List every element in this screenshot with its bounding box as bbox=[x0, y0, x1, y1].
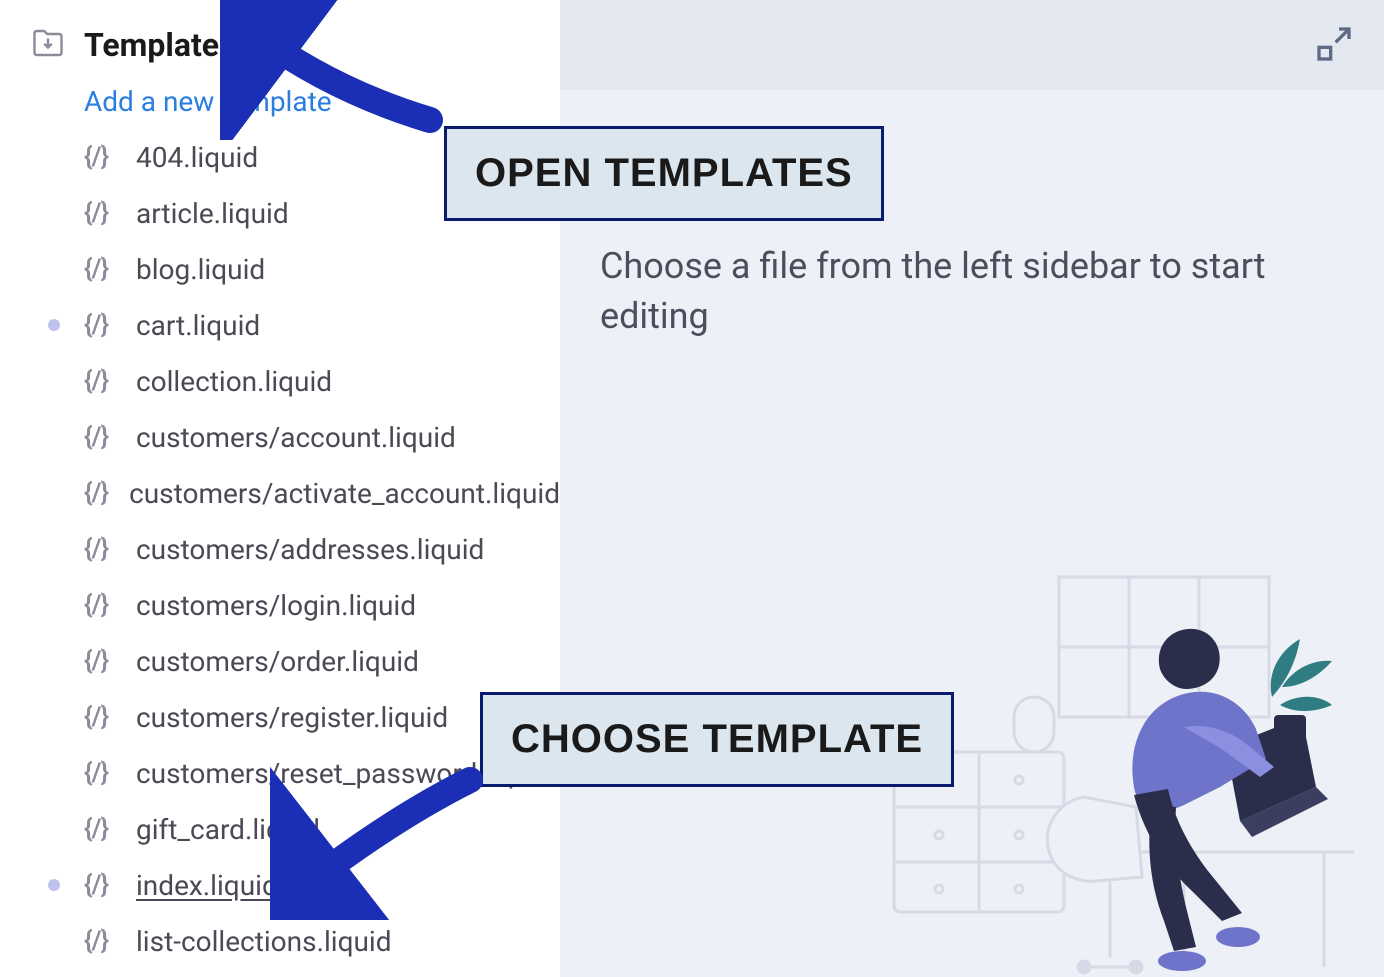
liquid-file-icon: {/} bbox=[84, 870, 126, 900]
liquid-file-icon: {/} bbox=[84, 590, 126, 620]
template-file-item[interactable]: {/} customers/account.liquid bbox=[30, 409, 560, 465]
template-file-name: customers/order.liquid bbox=[136, 645, 419, 678]
expand-editor-button[interactable] bbox=[1314, 24, 1354, 68]
template-file-name: blog.liquid bbox=[136, 253, 265, 286]
template-file-item[interactable]: {/} customers/order.liquid bbox=[30, 633, 560, 689]
template-file-name: 404.liquid bbox=[136, 141, 258, 174]
template-file-item[interactable]: {/} list-collections.liquid bbox=[30, 913, 560, 969]
template-file-name: cart.liquid bbox=[136, 309, 260, 342]
empty-state-subtitle: Choose a file from the left sidebar to s… bbox=[600, 241, 1320, 342]
template-file-item[interactable]: {/} customers/addresses.liquid bbox=[30, 521, 560, 577]
folder-download-icon bbox=[30, 25, 66, 65]
template-file-item[interactable]: {/} cart.liquid bbox=[30, 297, 560, 353]
annotation-arrow-open-templates bbox=[220, 0, 450, 140]
annotation-choose-template: CHOOSE TEMPLATE bbox=[480, 692, 954, 787]
annotation-arrow-choose-template bbox=[270, 760, 490, 920]
annotation-open-templates: OPEN TEMPLATES bbox=[444, 126, 884, 221]
liquid-file-icon: {/} bbox=[84, 702, 126, 732]
editor-topbar bbox=[560, 0, 1384, 90]
liquid-file-icon: {/} bbox=[84, 254, 126, 284]
template-file-item[interactable]: {/} customers/activate_account.liquid bbox=[30, 465, 560, 521]
template-file-item[interactable]: {/} blog.liquid bbox=[30, 241, 560, 297]
empty-state-illustration bbox=[884, 537, 1364, 977]
liquid-file-icon: {/} bbox=[84, 646, 126, 676]
template-file-name: customers/register.liquid bbox=[136, 701, 448, 734]
template-file-name: index.liquid bbox=[136, 869, 278, 902]
liquid-file-icon: {/} bbox=[84, 758, 126, 788]
modified-dot-icon bbox=[48, 879, 60, 891]
editor-empty-state: mplate files Choose a file from the left… bbox=[560, 90, 1384, 977]
liquid-file-icon: {/} bbox=[84, 534, 126, 564]
liquid-file-icon: {/} bbox=[84, 142, 126, 172]
template-file-name: list-collections.liquid bbox=[136, 925, 392, 958]
template-file-item[interactable]: {/} customers/login.liquid bbox=[30, 577, 560, 633]
template-file-name: customers/activate_account.liquid bbox=[129, 477, 560, 510]
template-file-name: article.liquid bbox=[136, 197, 289, 230]
liquid-file-icon: {/} bbox=[84, 478, 119, 508]
templates-section-title: Templates bbox=[84, 26, 236, 64]
template-file-name: customers/login.liquid bbox=[136, 589, 416, 622]
liquid-file-icon: {/} bbox=[84, 198, 126, 228]
liquid-file-icon: {/} bbox=[84, 310, 126, 340]
template-file-item[interactable]: {/} collection.liquid bbox=[30, 353, 560, 409]
liquid-file-icon: {/} bbox=[84, 366, 126, 396]
liquid-file-icon: {/} bbox=[84, 814, 126, 844]
liquid-file-icon: {/} bbox=[84, 422, 126, 452]
modified-dot-icon bbox=[48, 319, 60, 331]
template-file-name: customers/account.liquid bbox=[136, 421, 456, 454]
template-file-name: collection.liquid bbox=[136, 365, 332, 398]
liquid-file-icon: {/} bbox=[84, 926, 126, 956]
template-file-name: customers/addresses.liquid bbox=[136, 533, 484, 566]
